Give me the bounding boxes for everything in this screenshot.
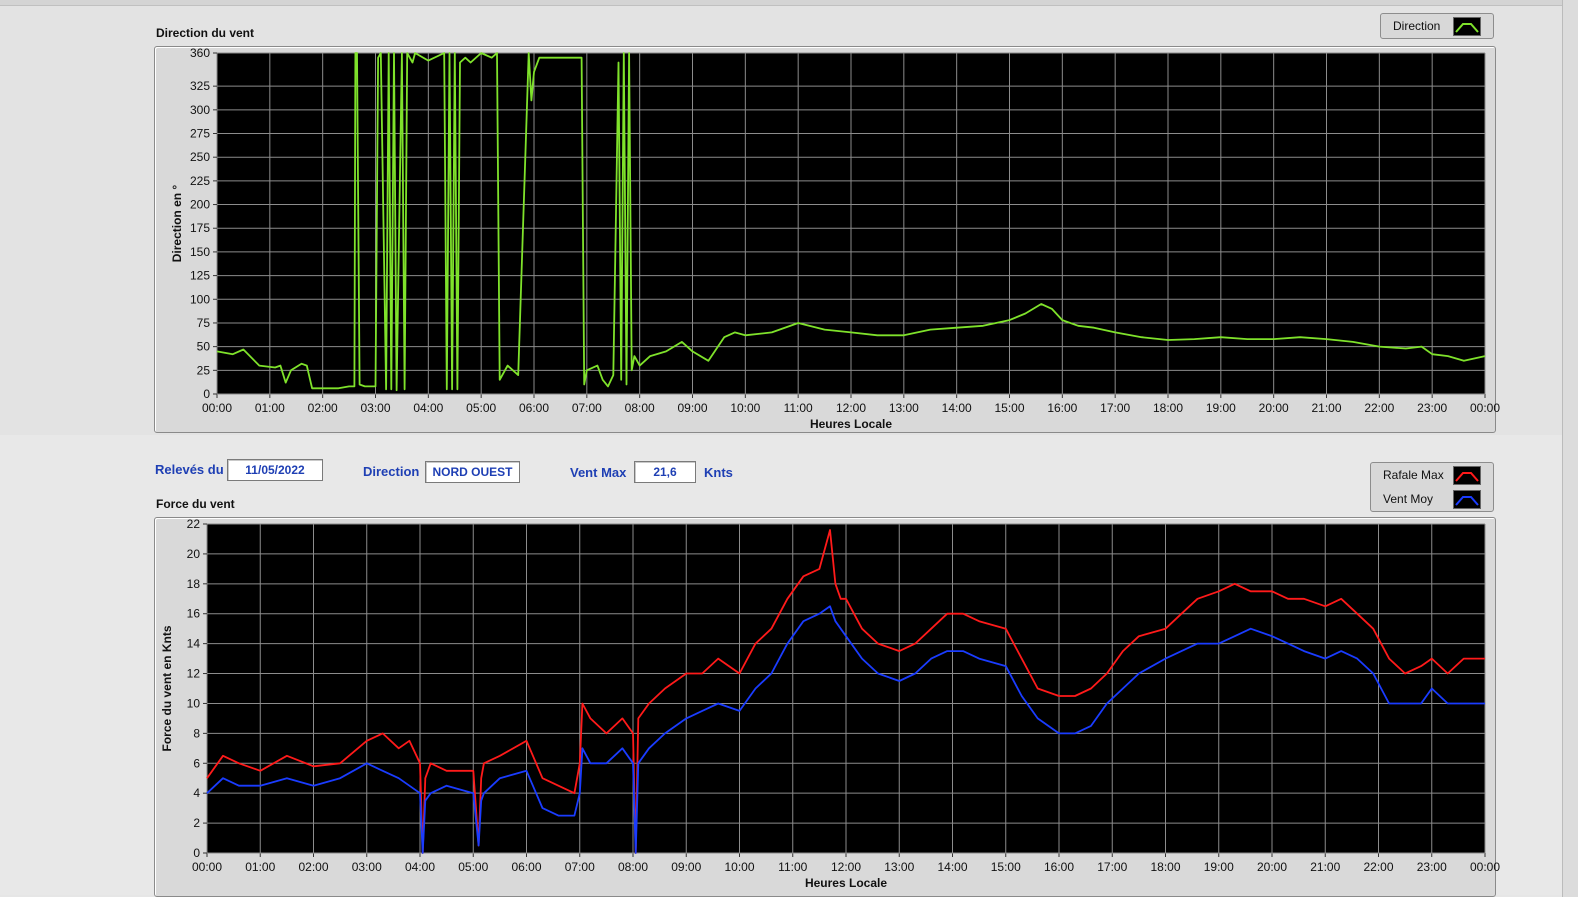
line-swatch-icon [1453, 17, 1481, 36]
legend-item-rafale[interactable]: Rafale Max [1371, 463, 1493, 487]
vent-max-unit: Knts [704, 465, 733, 480]
direction-label: Direction [363, 464, 420, 479]
legend-force: Rafale Max Vent Moy [1370, 462, 1494, 512]
legend-label: Vent Moy [1383, 492, 1434, 506]
legend-item-direction[interactable]: Direction [1381, 14, 1493, 38]
direction-field[interactable]: NORD OUEST [425, 461, 520, 483]
force-chart-frame [154, 517, 1496, 897]
chart-title-force: Force du vent [156, 497, 235, 511]
vent-max-field[interactable]: 21,6 [634, 461, 696, 483]
legend-label: Rafale Max [1383, 468, 1444, 482]
date-field[interactable]: 11/05/2022 [227, 459, 323, 481]
window-scrollbar-strip[interactable] [1562, 0, 1578, 897]
legend-label: Direction [1393, 19, 1441, 33]
chart-title-direction: Direction du vent [156, 26, 255, 40]
line-swatch-icon [1453, 490, 1481, 509]
legend-item-vent-moy[interactable]: Vent Moy [1371, 487, 1493, 511]
vent-max-label: Vent Max [570, 465, 627, 480]
line-swatch-icon [1453, 466, 1481, 485]
direction-chart-frame [154, 46, 1496, 433]
legend-direction: Direction [1380, 13, 1494, 39]
date-label: Relevés du [155, 462, 224, 477]
